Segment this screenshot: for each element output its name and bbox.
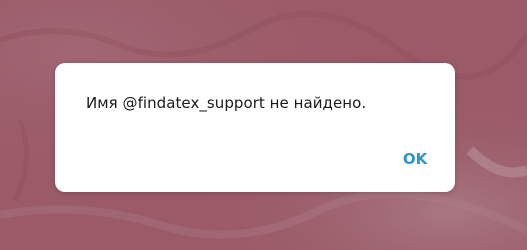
dialog-message: Имя @findatex_support не найдено. xyxy=(86,94,367,112)
error-dialog: Имя @findatex_support не найдено. OK xyxy=(55,63,455,192)
ok-button[interactable]: OK xyxy=(395,144,435,174)
